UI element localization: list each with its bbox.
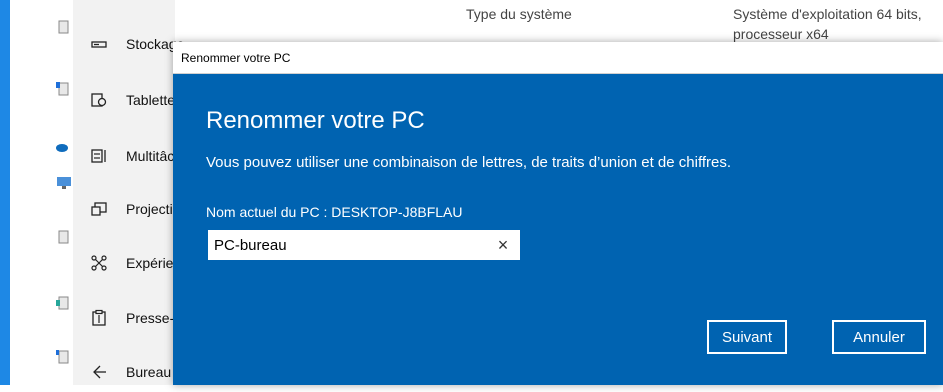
storage-icon — [89, 34, 109, 54]
dialog-heading: Renommer votre PC — [206, 107, 425, 134]
sidebar-item-projection[interactable]: Projection — [73, 189, 188, 229]
system-type-label: Type du système — [466, 6, 572, 22]
shared-experiences-icon — [89, 253, 109, 273]
rename-pc-dialog: Renommer votre PC Renommer votre PC Vous… — [173, 42, 943, 385]
sidebar-item-shared-experiences[interactable]: Expériences — [73, 243, 203, 283]
clipboard-icon — [89, 308, 109, 328]
file-icon — [56, 350, 69, 364]
next-button[interactable]: Suivant — [707, 320, 787, 354]
remote-desktop-icon — [89, 362, 109, 382]
pc-name-input-box: × — [206, 228, 522, 262]
system-type-value: Système d'exploitation 64 bits, — [733, 6, 922, 22]
sidebar-item-clipboard[interactable]: Presse-papiers — [73, 298, 220, 338]
multitasking-icon — [89, 146, 109, 166]
desktop-area — [10, 0, 58, 385]
desktop-icons-column — [52, 0, 74, 385]
clear-input-button[interactable]: × — [494, 236, 512, 254]
dialog-titlebar[interactable]: Renommer votre PC — [173, 42, 943, 74]
tablet-icon — [89, 90, 109, 110]
close-icon: × — [497, 235, 509, 255]
sidebar-item-remote-desktop[interactable]: Bureau à distance — [73, 352, 239, 392]
file-icon — [56, 296, 69, 310]
sidebar-item-multitasking[interactable]: Multitâche — [73, 136, 190, 176]
settings-sidebar: Stockage Tablette Multitâche Projection … — [73, 0, 239, 385]
dialog-description: Vous pouvez utiliser une combinaison de … — [206, 154, 732, 171]
file-icon — [58, 20, 69, 34]
system-type-value-line2: processeur x64 — [733, 26, 829, 42]
file-icon — [58, 230, 69, 244]
dialog-window-title: Renommer votre PC — [181, 51, 291, 65]
sidebar-item-storage[interactable]: Stockage — [73, 24, 184, 64]
projection-icon — [89, 199, 109, 219]
sidebar-item-tablet[interactable]: Tablette — [73, 80, 175, 120]
pc-name-input[interactable] — [214, 234, 484, 256]
monitor-icon — [57, 177, 71, 189]
cloud-icon — [56, 144, 68, 152]
cancel-button[interactable]: Annuler — [832, 320, 926, 354]
file-icon — [56, 82, 69, 96]
sidebar-item-label: Tablette — [126, 92, 176, 108]
current-pc-name: Nom actuel du PC : DESKTOP-J8BFLAU — [206, 204, 463, 220]
desktop-background — [0, 0, 10, 385]
